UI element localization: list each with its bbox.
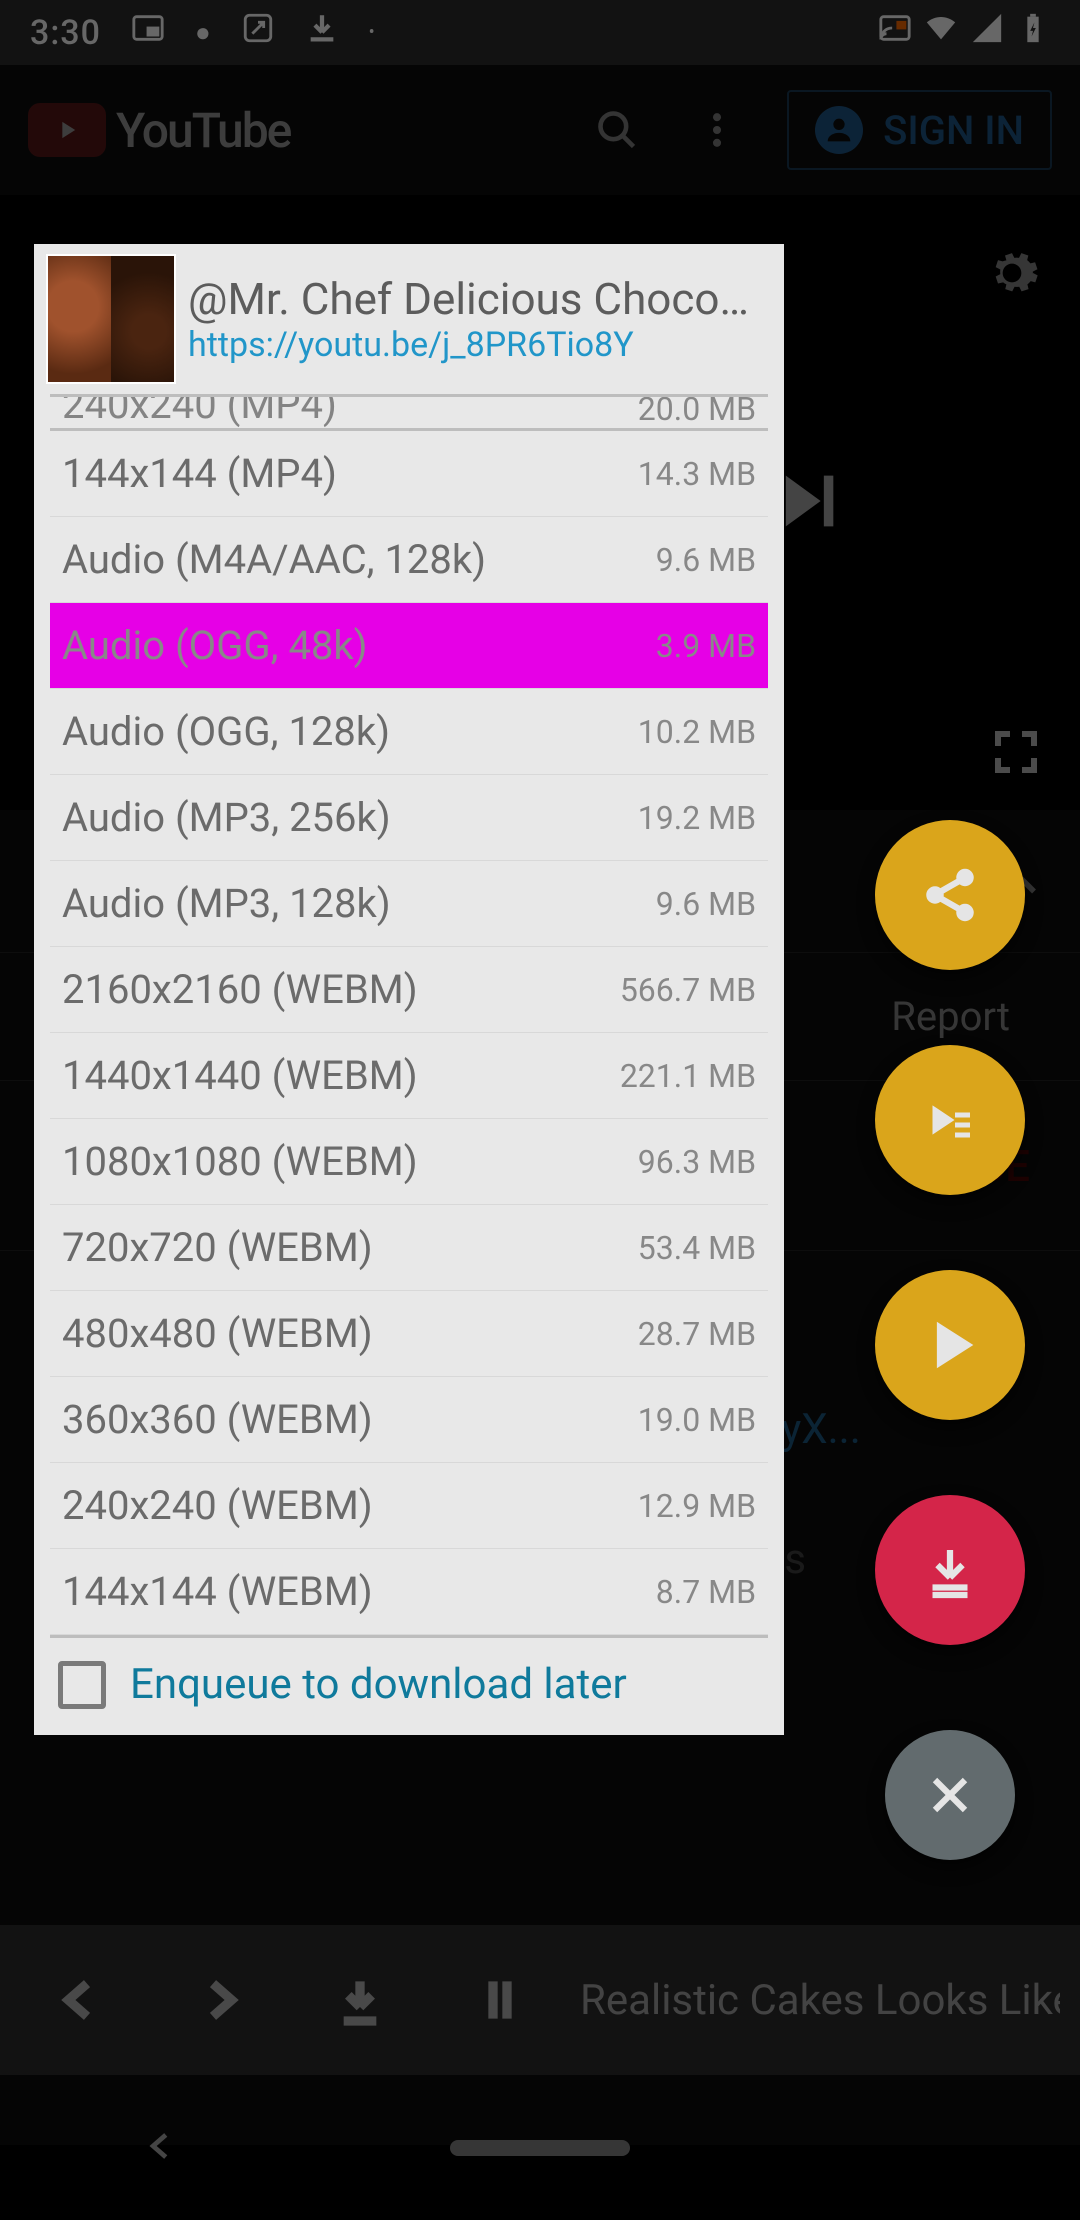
list-item[interactable]: 360x360 (WEBM)19.0 MB <box>50 1377 768 1463</box>
pip-icon <box>131 11 165 54</box>
video-thumbnail <box>46 254 176 384</box>
format-size: 3.9 MB <box>656 627 756 665</box>
format-label: 480x480 (WEBM) <box>62 1310 638 1357</box>
format-label: Audio (MP3, 128k) <box>62 880 656 927</box>
clock: 3:30 <box>30 13 101 53</box>
format-size: 14.3 MB <box>638 455 756 493</box>
close-fab[interactable] <box>885 1730 1015 1860</box>
play-fab[interactable] <box>875 1270 1025 1420</box>
format-label: 360x360 (WEBM) <box>62 1396 638 1443</box>
logo-text: YouTube <box>116 102 290 159</box>
play-icon <box>28 103 106 157</box>
cast-icon <box>878 11 912 54</box>
list-item[interactable]: 144x144 (WEBM)8.7 MB <box>50 1549 768 1635</box>
list-item[interactable]: Audio (MP3, 128k)9.6 MB <box>50 861 768 947</box>
list-item[interactable]: 240x240 (WEBM)12.9 MB <box>50 1463 768 1549</box>
format-size: 12.9 MB <box>638 1487 756 1525</box>
list-item[interactable]: Audio (MP3, 256k)19.2 MB <box>50 775 768 861</box>
download-icon <box>305 11 339 54</box>
format-size: 8.7 MB <box>656 1573 756 1611</box>
list-item[interactable]: 2160x2160 (WEBM)566.7 MB <box>50 947 768 1033</box>
list-item[interactable]: 1440x1440 (WEBM)221.1 MB <box>50 1033 768 1119</box>
back-button[interactable] <box>20 1960 140 2040</box>
download-dialog: @Mr. Chef Delicious Choco… https://youtu… <box>34 244 784 1735</box>
format-list[interactable]: 240x240 (MP4) 20.0 MB 144x144 (MP4)14.3 … <box>50 394 768 1635</box>
app-icon <box>241 11 275 54</box>
format-label: Audio (OGG, 128k) <box>62 708 638 755</box>
system-nav <box>0 2075 1080 2220</box>
kebab-icon[interactable] <box>687 100 747 160</box>
format-label: 144x144 (MP4) <box>62 450 638 497</box>
sign-in-label: SIGN IN <box>883 107 1024 154</box>
list-item[interactable]: 144x144 (MP4)14.3 MB <box>50 431 768 517</box>
search-icon[interactable] <box>587 100 647 160</box>
format-size: 9.6 MB <box>656 541 756 579</box>
bubble-icon: ● <box>195 17 211 48</box>
format-size: 53.4 MB <box>638 1229 756 1267</box>
fab-column <box>875 820 1025 1870</box>
avatar-icon <box>815 106 863 154</box>
home-pill[interactable] <box>450 2140 630 2156</box>
youtube-logo[interactable]: YouTube <box>28 102 290 159</box>
list-item[interactable]: Audio (OGG, 128k)10.2 MB <box>50 689 768 775</box>
list-item[interactable]: 240x240 (MP4) 20.0 MB <box>50 397 768 431</box>
format-size: 10.2 MB <box>638 713 756 751</box>
format-size: 19.2 MB <box>638 799 756 837</box>
format-size: 28.7 MB <box>638 1315 756 1353</box>
wifi-icon <box>924 11 958 54</box>
gear-icon[interactable] <box>984 245 1040 305</box>
format-size: 221.1 MB <box>620 1057 756 1095</box>
signal-icon <box>970 11 1004 54</box>
battery-icon <box>1016 11 1050 54</box>
enqueue-label[interactable]: Enqueue to download later <box>130 1660 627 1709</box>
download-bar-button[interactable] <box>300 1960 420 2040</box>
dialog-url[interactable]: https://youtu.be/j_8PR6Tio8Y <box>188 325 772 365</box>
format-label: 2160x2160 (WEBM) <box>62 966 620 1013</box>
list-item[interactable]: 720x720 (WEBM)53.4 MB <box>50 1205 768 1291</box>
format-size: 19.0 MB <box>638 1401 756 1439</box>
sys-back-icon[interactable] <box>142 2127 180 2169</box>
share-fab[interactable] <box>875 820 1025 970</box>
format-size: 96.3 MB <box>638 1143 756 1181</box>
list-item[interactable]: 480x480 (WEBM)28.7 MB <box>50 1291 768 1377</box>
enqueue-checkbox[interactable] <box>58 1661 106 1709</box>
list-item[interactable]: 1080x1080 (WEBM)96.3 MB <box>50 1119 768 1205</box>
forward-button[interactable] <box>160 1960 280 2040</box>
download-fab[interactable] <box>875 1495 1025 1645</box>
bottom-bar: Realistic Cakes Looks Like Ev.. <box>0 1925 1080 2075</box>
format-label: Audio (MP3, 256k) <box>62 794 638 841</box>
format-size: 566.7 MB <box>620 971 756 1009</box>
fullscreen-icon[interactable] <box>992 728 1040 780</box>
dot-icon: • <box>369 22 375 43</box>
format-label: 240x240 (WEBM) <box>62 1482 638 1529</box>
format-label: 1440x1440 (WEBM) <box>62 1052 620 1099</box>
sign-in-button[interactable]: SIGN IN <box>787 90 1052 170</box>
status-bar: 3:30 ● • <box>0 0 1080 65</box>
playlist-fab[interactable] <box>875 1045 1025 1195</box>
format-label: 720x720 (WEBM) <box>62 1224 638 1271</box>
pause-button[interactable] <box>440 1960 560 2040</box>
now-playing-title[interactable]: Realistic Cakes Looks Like Ev.. <box>580 1976 1060 2025</box>
list-item[interactable]: Audio (OGG, 48k)3.9 MB <box>50 603 768 689</box>
format-label: 1080x1080 (WEBM) <box>62 1138 638 1185</box>
format-label: Audio (M4A/AAC, 128k) <box>62 536 656 583</box>
format-size: 9.6 MB <box>656 885 756 923</box>
format-label: Audio (OGG, 48k) <box>62 622 656 669</box>
list-item[interactable]: Audio (M4A/AAC, 128k)9.6 MB <box>50 517 768 603</box>
dialog-title: @Mr. Chef Delicious Choco… <box>188 273 772 325</box>
format-label: 144x144 (WEBM) <box>62 1568 656 1615</box>
